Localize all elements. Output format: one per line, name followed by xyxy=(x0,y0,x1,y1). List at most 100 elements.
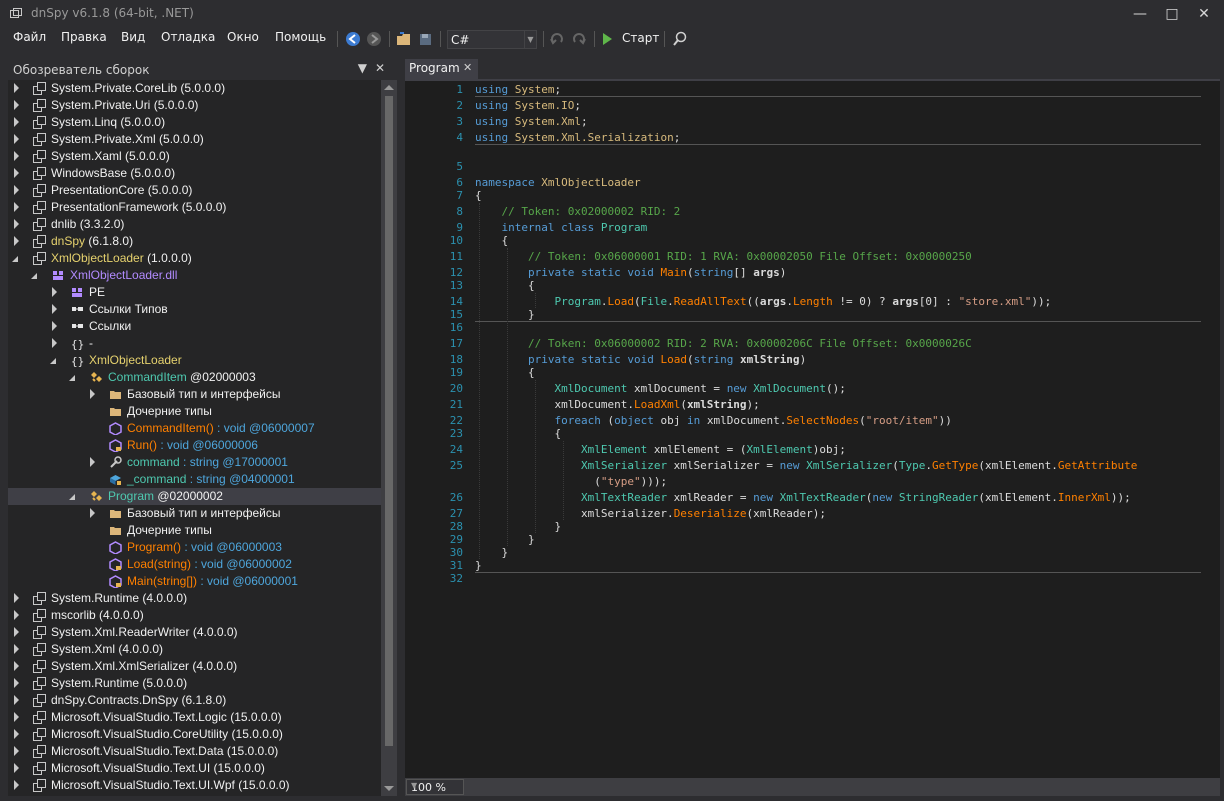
collapsed-arrow-icon[interactable] xyxy=(14,593,19,603)
maximize-button[interactable]: □ xyxy=(1157,2,1187,26)
tree-node[interactable]: dnlib (3.3.2.0) xyxy=(8,216,381,233)
code-text[interactable]: using System; using System.IO; using Syste… xyxy=(475,81,1201,778)
tree-node[interactable]: XmlObjectLoader.dll xyxy=(8,267,381,284)
tree-node[interactable]: Run() : void @06000006 xyxy=(8,437,381,454)
tree-node[interactable]: PresentationCore (5.0.0.0) xyxy=(8,182,381,199)
undo-icon[interactable] xyxy=(549,30,565,48)
tree-node[interactable]: Load(string) : void @06000002 xyxy=(8,556,381,573)
close-icon[interactable]: ✕ xyxy=(375,61,393,75)
code-editor[interactable]: 1 2 3 4 5 6 7 8 9 10 11 12 13 14 15 16 17 18 19 20 21 22 23 24 2… xyxy=(405,81,1220,796)
collapsed-arrow-icon[interactable] xyxy=(14,83,19,93)
tree-node[interactable]: CommandItem @02000003 xyxy=(8,369,381,386)
tree-node[interactable]: {} - xyxy=(8,335,381,352)
tree-node[interactable]: Microsoft.VisualStudio.Text.Data (15.0.0… xyxy=(8,743,381,760)
tree-node[interactable]: System.Runtime (4.0.0.0) xyxy=(8,590,381,607)
collapsed-arrow-icon[interactable] xyxy=(14,168,19,178)
expanded-arrow-icon[interactable] xyxy=(12,256,18,262)
tree-node[interactable]: PresentationFramework (5.0.0.0) xyxy=(8,199,381,216)
menu-file[interactable]: Файл xyxy=(13,30,46,44)
forward-icon[interactable] xyxy=(366,30,382,48)
tree-node[interactable]: {} XmlObjectLoader xyxy=(8,352,381,369)
back-icon[interactable] xyxy=(345,30,361,48)
tree-node[interactable]: dnSpy.Contracts.DnSpy (6.1.8.0) xyxy=(8,692,381,709)
tree-node[interactable]: PE xyxy=(8,284,381,301)
collapsed-arrow-icon[interactable] xyxy=(90,389,95,399)
tree-node[interactable]: WindowsBase (5.0.0.0) xyxy=(8,165,381,182)
expanded-arrow-icon[interactable] xyxy=(50,358,56,364)
tree-node[interactable]: System.Xml.ReaderWriter (4.0.0.0) xyxy=(8,624,381,641)
collapsed-arrow-icon[interactable] xyxy=(14,185,19,195)
collapsed-arrow-icon[interactable] xyxy=(52,338,57,348)
search-icon[interactable] xyxy=(672,30,688,48)
scroll-up-icon[interactable] xyxy=(384,85,394,90)
expanded-arrow-icon[interactable] xyxy=(31,273,37,279)
menu-help[interactable]: Помощь xyxy=(275,30,326,44)
expanded-arrow-icon[interactable] xyxy=(69,494,75,500)
tree-node[interactable]: mscorlib (4.0.0.0) xyxy=(8,607,381,624)
tree-node[interactable]: Microsoft.VisualStudio.Text.UI.Wpf (15.0… xyxy=(8,777,381,794)
collapsed-arrow-icon[interactable] xyxy=(14,746,19,756)
collapsed-arrow-icon[interactable] xyxy=(90,508,95,518)
close-icon[interactable]: ✕ xyxy=(463,61,472,74)
tree-node[interactable]: Ссылки Типов xyxy=(8,301,381,318)
tree-node[interactable]: System.Runtime (5.0.0.0) xyxy=(8,675,381,692)
menu-edit[interactable]: Правка xyxy=(61,30,107,44)
tree-node[interactable]: System.Private.Xml (5.0.0.0) xyxy=(8,131,381,148)
collapsed-arrow-icon[interactable] xyxy=(52,304,57,314)
tree-node[interactable]: System.Xml.XmlSerializer (4.0.0.0) xyxy=(8,658,381,675)
collapsed-arrow-icon[interactable] xyxy=(14,100,19,110)
tree-node[interactable]: System.Xaml (5.0.0.0) xyxy=(8,148,381,165)
collapsed-arrow-icon[interactable] xyxy=(14,661,19,671)
tree-node[interactable]: System.Xml (4.0.0.0) xyxy=(8,641,381,658)
tab-program[interactable]: Program ✕ xyxy=(405,59,478,79)
collapsed-arrow-icon[interactable] xyxy=(14,202,19,212)
chevron-down-icon[interactable]: ▼ xyxy=(358,61,375,75)
language-select[interactable]: C# ▼ xyxy=(447,30,537,49)
tree-node[interactable]: command : string @17000001 xyxy=(8,454,381,471)
editor-scrollbar[interactable] xyxy=(1202,81,1220,778)
collapsed-arrow-icon[interactable] xyxy=(90,457,95,467)
tree-node[interactable]: Ссылки xyxy=(8,318,381,335)
collapsed-arrow-icon[interactable] xyxy=(14,763,19,773)
open-folder-icon[interactable] xyxy=(396,30,412,48)
redo-icon[interactable] xyxy=(571,30,587,48)
collapsed-arrow-icon[interactable] xyxy=(14,780,19,790)
collapsed-arrow-icon[interactable] xyxy=(14,219,19,229)
tree-node[interactable]: CommandItem() : void @06000007 xyxy=(8,420,381,437)
collapsed-arrow-icon[interactable] xyxy=(14,117,19,127)
menu-debug[interactable]: Отладка xyxy=(161,30,215,44)
collapsed-arrow-icon[interactable] xyxy=(52,287,57,297)
collapsed-arrow-icon[interactable] xyxy=(14,134,19,144)
collapsed-arrow-icon[interactable] xyxy=(14,627,19,637)
collapsed-arrow-icon[interactable] xyxy=(52,321,57,331)
collapsed-arrow-icon[interactable] xyxy=(14,678,19,688)
collapsed-arrow-icon[interactable] xyxy=(14,610,19,620)
collapsed-arrow-icon[interactable] xyxy=(14,151,19,161)
tree-node[interactable]: Microsoft.VisualStudio.CoreUtility (15.0… xyxy=(8,726,381,743)
close-button[interactable]: ✕ xyxy=(1189,2,1219,26)
collapsed-arrow-icon[interactable] xyxy=(14,695,19,705)
tree-node[interactable]: Program() : void @06000003 xyxy=(8,539,381,556)
tree-node[interactable]: XmlObjectLoader (1.0.0.0) xyxy=(8,250,381,267)
tree-node[interactable]: Main(string[]) : void @06000001 xyxy=(8,573,381,590)
tree-node[interactable]: System.Private.Uri (5.0.0.0) xyxy=(8,97,381,114)
tree-node[interactable]: Microsoft.VisualStudio.Text.UI (15.0.0.0… xyxy=(8,760,381,777)
tree-node[interactable]: Дочерние типы xyxy=(8,522,381,539)
menu-window[interactable]: Окно xyxy=(227,30,259,44)
menu-view[interactable]: Вид xyxy=(121,30,145,44)
collapsed-arrow-icon[interactable] xyxy=(14,729,19,739)
collapsed-arrow-icon[interactable] xyxy=(14,644,19,654)
tree-node[interactable]: dnSpy (6.1.8.0) xyxy=(8,233,381,250)
expanded-arrow-icon[interactable] xyxy=(69,375,75,381)
scroll-thumb[interactable] xyxy=(385,96,393,746)
tree-node[interactable]: System.Private.CoreLib (5.0.0.0) xyxy=(8,80,381,97)
tree-node[interactable]: Базовый тип и интерфейсы xyxy=(8,505,381,522)
zoom-select[interactable]: 100 % ▼ xyxy=(406,779,464,795)
explorer-scrollbar[interactable] xyxy=(381,80,397,796)
collapsed-arrow-icon[interactable] xyxy=(14,712,19,722)
tree-node[interactable]: Program @02000002 xyxy=(8,488,381,505)
save-icon[interactable] xyxy=(418,30,434,48)
tree-node[interactable]: _command : string @04000001 xyxy=(8,471,381,488)
collapsed-arrow-icon[interactable] xyxy=(14,236,19,246)
tree-node[interactable]: Microsoft.VisualStudio.Text.Logic (15.0.… xyxy=(8,709,381,726)
